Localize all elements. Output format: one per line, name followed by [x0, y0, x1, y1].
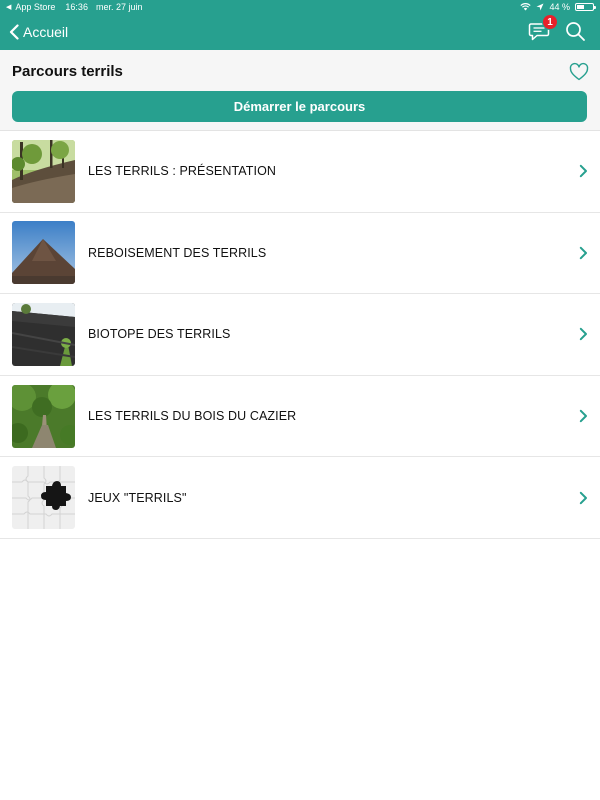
green-path-photo — [12, 384, 75, 448]
page-title: Parcours terrils — [12, 63, 123, 80]
tour-header: Parcours terrils Démarrer le parcours — [0, 50, 600, 131]
status-back-to-app[interactable]: ◀ App Store — [6, 2, 55, 12]
list-item-label: BIOTOPE DES TERRILS — [88, 327, 231, 342]
nav-bar: Accueil 1 — [0, 14, 600, 50]
chevron-left-icon — [9, 24, 19, 40]
chevron-right-icon — [579, 328, 587, 341]
list-item[interactable]: REBOISEMENT DES TERRILS — [0, 213, 600, 295]
chevron-right-icon — [579, 491, 587, 504]
forest-slope-photo — [12, 139, 75, 203]
battery-level — [577, 5, 584, 9]
list-item-label: LES TERRILS : PRÉSENTATION — [88, 164, 277, 179]
top-bar: ◀ App Store 16:36 mer. 27 juin 44 % Accu… — [0, 0, 600, 50]
list-item-label: LES TERRILS DU BOIS DU CAZIER — [88, 409, 297, 424]
battery-percent: 44 % — [549, 2, 570, 12]
chevron-right-icon — [579, 165, 587, 178]
list-item[interactable]: JEUX "TERRILS" — [0, 457, 600, 539]
search-icon[interactable] — [564, 20, 586, 42]
status-bar: ◀ App Store 16:36 mer. 27 juin 44 % — [0, 0, 600, 14]
location-arrow-icon — [536, 3, 544, 11]
dark-slope-photo — [12, 302, 75, 366]
chevron-right-icon — [579, 246, 587, 260]
list-item[interactable]: LES TERRILS DU BOIS DU CAZIER — [0, 376, 600, 458]
status-date: mer. 27 juin — [95, 2, 143, 12]
battery-icon — [575, 3, 596, 11]
status-back-app-label: App Store — [15, 2, 56, 12]
list-item-label: REBOISEMENT DES TERRILS — [88, 245, 267, 260]
heart-icon[interactable] — [569, 62, 589, 82]
app-screen: ◀ App Store 16:36 mer. 27 juin 44 % Accu… — [0, 0, 600, 800]
back-triangle-icon: ◀ — [6, 4, 12, 11]
list-item[interactable]: LES TERRILS : PRÉSENTATION — [0, 131, 600, 213]
nav-icons: 1 — [528, 14, 586, 42]
chevron-right-icon — [579, 409, 587, 423]
list-item-label: JEUX "TERRILS" — [88, 490, 187, 505]
back-label: Accueil — [23, 24, 69, 40]
list-item[interactable]: BIOTOPE DES TERRILS — [0, 294, 600, 376]
notification-badge: 1 — [542, 14, 558, 30]
status-right: 44 % — [520, 0, 596, 14]
wifi-icon — [520, 3, 532, 11]
puzzle-pieces-image — [12, 466, 75, 530]
messages-button[interactable]: 1 — [528, 14, 558, 42]
tour-step-list: LES TERRILS : PRÉSENTATION REBOISEMENT D… — [0, 131, 600, 539]
back-button[interactable]: Accueil — [0, 24, 68, 40]
slag-heap-cone-photo — [12, 221, 75, 285]
status-time: 16:36 — [65, 2, 88, 12]
start-tour-button[interactable]: Démarrer le parcours — [12, 91, 587, 122]
